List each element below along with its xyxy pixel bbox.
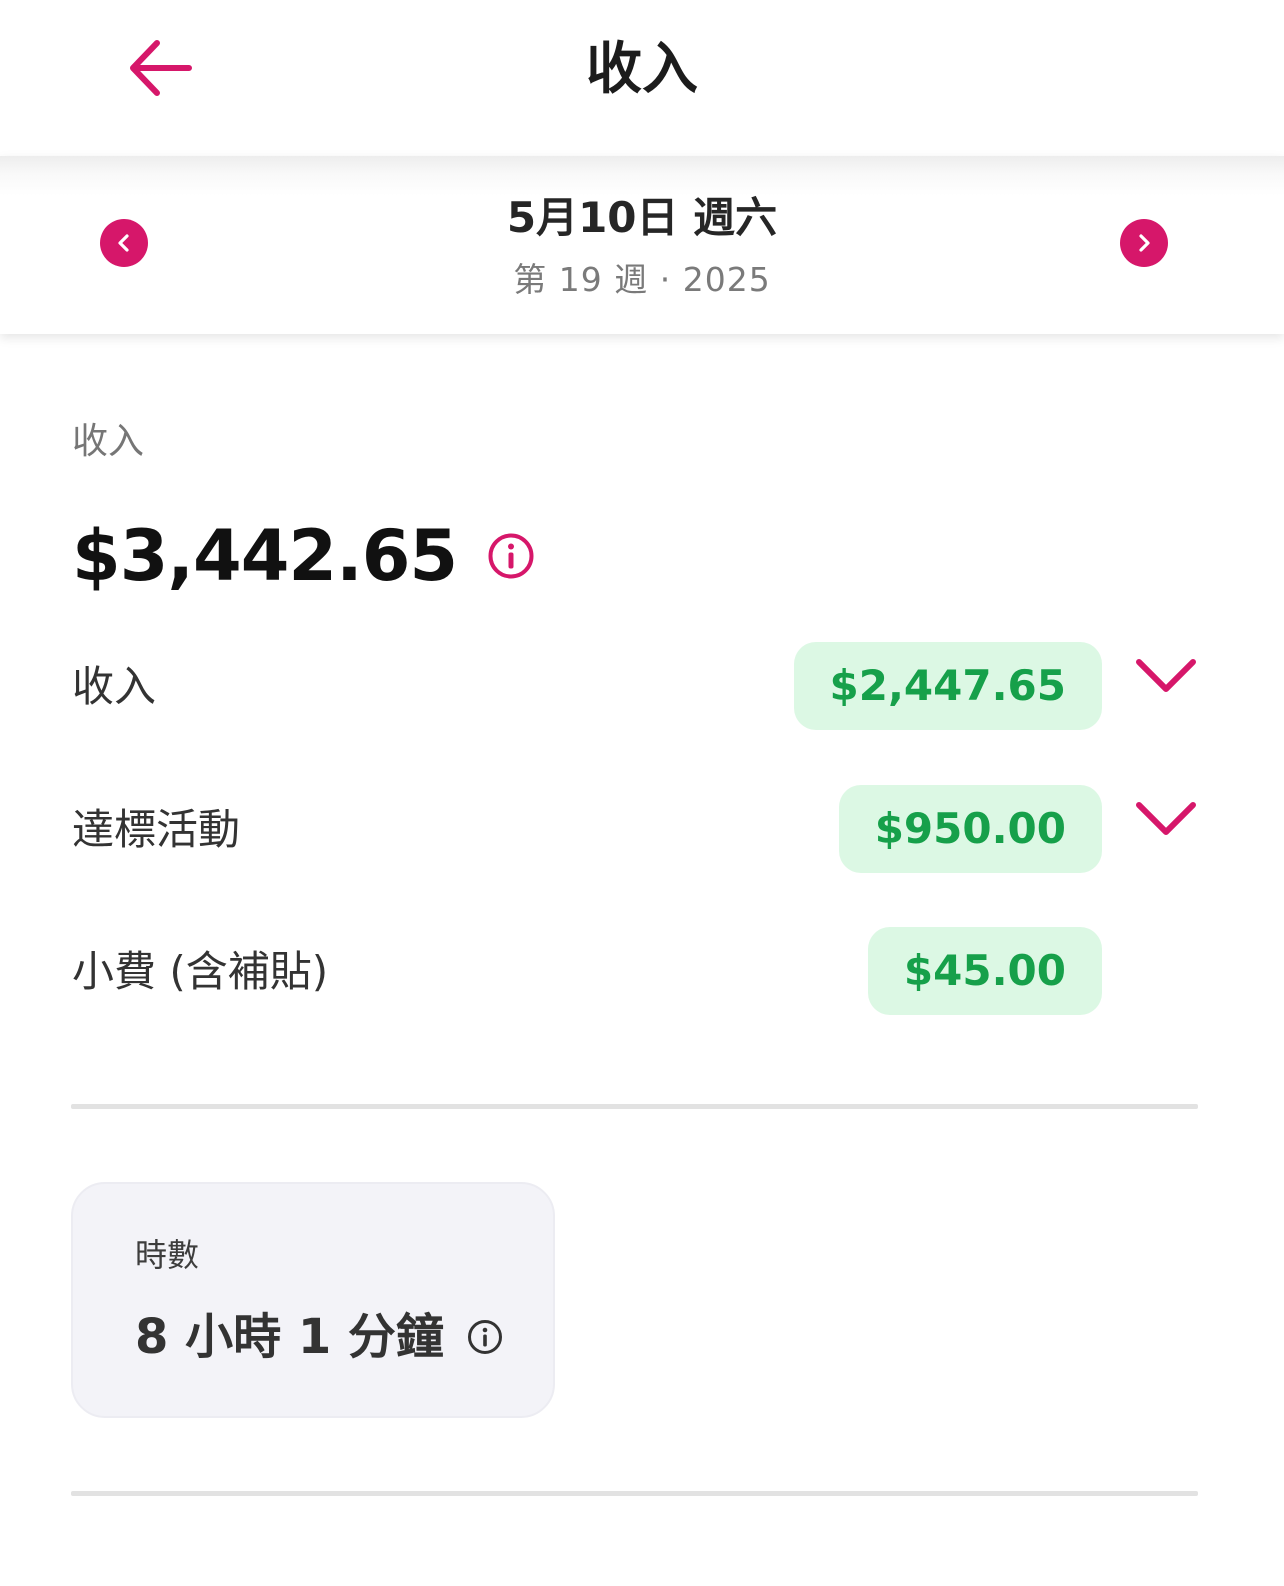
page-title: 收入: [586, 37, 698, 102]
total-earnings: $3,442.65: [72, 508, 535, 604]
section-label: 收入: [72, 421, 145, 462]
chevron-right-icon: [1139, 234, 1150, 252]
divider: [71, 1491, 1198, 1496]
app-bar: 收入: [0, 0, 1284, 156]
hours-info-button[interactable]: [466, 1318, 504, 1356]
quest-label: 達標活動: [72, 805, 241, 854]
tips-row: 小費 (含補貼) $45.00: [72, 927, 1202, 1017]
hours-value-row: 8 小時 1 分鐘: [135, 1306, 504, 1368]
hours-card: 時數 8 小時 1 分鐘: [71, 1182, 555, 1418]
tips-amount-pill: $45.00: [867, 927, 1102, 1015]
expand-quest-button[interactable]: [1134, 795, 1198, 843]
total-info-button[interactable]: [487, 532, 535, 580]
selected-date: 5月10日 週六: [506, 193, 778, 242]
total-amount: $3,442.65: [72, 515, 458, 597]
info-icon: [467, 1320, 502, 1354]
earnings-amount-pill: $2,447.65: [793, 642, 1102, 730]
earnings-row[interactable]: 收入 $2,447.65: [72, 642, 1202, 732]
hours-value: 8 小時 1 分鐘: [135, 1309, 444, 1365]
hours-label: 時數: [135, 1236, 200, 1274]
tips-label: 小費 (含補貼): [72, 947, 329, 996]
divider: [71, 1104, 1198, 1109]
info-icon: [488, 533, 534, 579]
week-year: 第 19 週 · 2025: [513, 260, 771, 299]
earnings-label: 收入: [72, 662, 157, 711]
quest-row[interactable]: 達標活動 $950.00: [72, 785, 1202, 875]
date-navigator: 5月10日 週六 第 19 週 · 2025: [0, 156, 1284, 334]
expand-earnings-button[interactable]: [1134, 652, 1198, 700]
quest-amount-pill: $950.00: [838, 785, 1102, 873]
next-day-button[interactable]: [1120, 219, 1168, 267]
chevron-down-icon: [1136, 659, 1196, 692]
chevron-down-icon: [1136, 802, 1196, 835]
